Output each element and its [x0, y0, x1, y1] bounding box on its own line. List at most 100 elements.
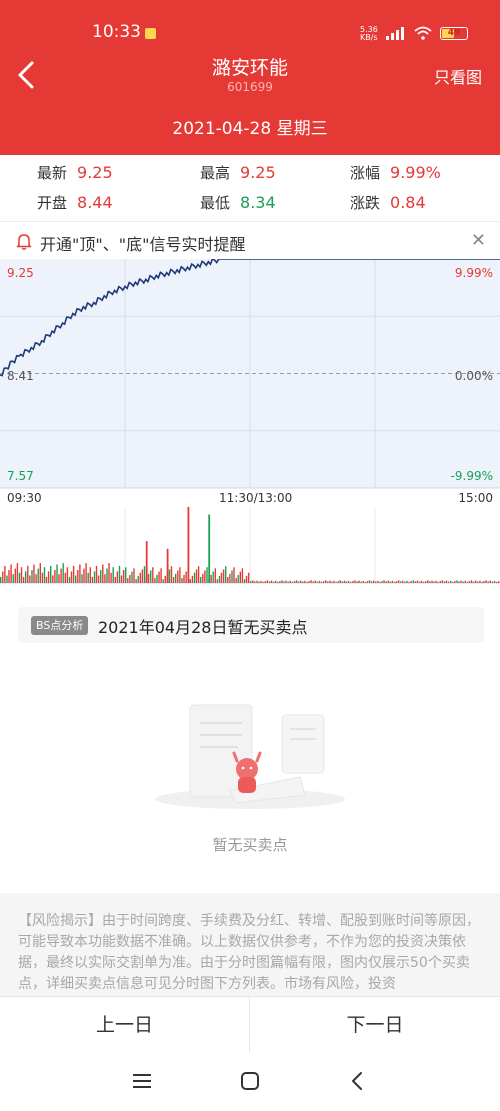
volume-bar: [16, 563, 19, 583]
volume-bar: [379, 581, 381, 583]
volume-bar: [202, 573, 204, 583]
volume-bar: [125, 567, 127, 583]
volume-bar: [454, 581, 456, 583]
volume-bar: [281, 580, 283, 583]
battery-icon: 49: [440, 27, 468, 40]
volume-bar: [450, 580, 452, 583]
volume-bar: [137, 575, 139, 583]
status-bar: 10:33 5.36 KB/s 49: [0, 0, 500, 56]
volume-bar: [152, 567, 154, 583]
menu-icon[interactable]: [130, 1070, 154, 1092]
volume-peak-bar: [208, 514, 211, 583]
volume-bar: [170, 566, 173, 583]
volume-peak-bar: [145, 541, 148, 583]
volume-bar: [372, 580, 375, 583]
volume-bar: [200, 577, 202, 583]
volume-bar: [81, 574, 83, 583]
time-end-label: 15:00: [458, 491, 493, 505]
volume-bar: [108, 563, 110, 583]
volume-bar: [85, 563, 87, 583]
volume-bar: [220, 572, 223, 583]
volume-bar: [460, 580, 462, 583]
back-icon[interactable]: [346, 1070, 370, 1092]
volume-bar: [247, 572, 250, 583]
volume-bar: [331, 581, 333, 583]
volume-bar: [406, 580, 408, 583]
intraday-chart: 9.25 8.41 7.57 9.99% 0.00% -9.99% 09:30 …: [0, 259, 500, 589]
volume-bar: [283, 581, 285, 583]
volume-bar: [268, 581, 271, 583]
volume-bar: [168, 569, 171, 583]
volume-bar: [206, 567, 208, 583]
volume-bar: [68, 576, 71, 583]
signal-icon: [386, 27, 404, 40]
empty-state-illustration-icon: [155, 704, 345, 809]
volume-bar: [110, 572, 112, 583]
volume-bar: [377, 580, 379, 583]
volume-bar: [231, 570, 233, 583]
volume-bar: [464, 580, 466, 583]
volume-bar: [447, 581, 450, 583]
chart-canvas: [0, 259, 500, 584]
volume-bar: [235, 578, 237, 583]
volume-bar: [133, 568, 135, 583]
net-speed: 5.36 KB/s: [360, 25, 378, 42]
volume-bar: [420, 580, 423, 583]
volume-bar: [127, 578, 129, 583]
header-bar: 10:33 5.36 KB/s 49 潞安环能 601699 只看图 2021-0…: [0, 0, 500, 155]
volume-bar: [245, 575, 248, 583]
volume-bar: [350, 581, 352, 583]
volume-bar: [362, 580, 364, 583]
volume-bar: [443, 581, 446, 583]
volume-bar: [416, 580, 419, 583]
volume-bar: [495, 581, 498, 583]
volume-bar: [177, 570, 179, 583]
volume-bar: [27, 565, 29, 583]
volume-bar: [368, 580, 371, 583]
previous-day-button[interactable]: 上一日: [0, 997, 250, 1053]
chart-only-button[interactable]: 只看图: [434, 64, 482, 88]
volume-bar: [214, 568, 216, 583]
volume-bar: [295, 580, 298, 583]
volume-bar: [6, 575, 8, 583]
home-icon[interactable]: [238, 1070, 262, 1092]
volume-bar: [475, 580, 477, 583]
volume-bar: [318, 580, 321, 583]
volume-bar: [147, 573, 150, 583]
volume-bar: [325, 580, 327, 583]
volume-bar: [408, 581, 410, 583]
volume-bar: [181, 578, 183, 583]
volume-bar: [93, 571, 96, 583]
volume-bar: [293, 581, 296, 583]
system-nav-bar: [0, 1052, 500, 1111]
next-day-button[interactable]: 下一日: [250, 997, 500, 1053]
volume-bar: [100, 570, 102, 583]
volume-bar: [260, 580, 262, 583]
volume-bar: [252, 580, 254, 583]
status-time: 10:33: [92, 22, 141, 42]
signal-alert-bar[interactable]: 开通"顶"、"底"信号实时提醒 ✕: [0, 221, 500, 259]
volume-bar: [229, 573, 231, 583]
volume-bar: [131, 571, 133, 583]
volume-bar: [175, 573, 177, 583]
volume-bar: [12, 574, 14, 583]
volume-bar: [327, 581, 329, 583]
time-mid-label: 11:30/13:00: [219, 491, 293, 505]
volume-bar: [179, 567, 181, 583]
volume-bar: [129, 574, 131, 583]
volume-bar: [75, 575, 77, 583]
volume-bar: [191, 575, 194, 583]
volume-bar: [104, 574, 106, 583]
volume-bar: [466, 581, 469, 583]
volume-bar: [375, 581, 377, 583]
volume-bar: [335, 581, 337, 583]
volume-bar: [112, 567, 114, 583]
volume-bar: [304, 580, 306, 583]
price-mid-label: 8.41: [7, 369, 34, 383]
volume-bar: [233, 567, 235, 583]
close-icon[interactable]: ✕: [471, 230, 486, 251]
volume-bar: [429, 581, 431, 583]
volume-bar: [414, 581, 416, 583]
volume-bar: [262, 581, 264, 583]
quote-change-pct: 涨幅 9.99%: [350, 163, 441, 182]
